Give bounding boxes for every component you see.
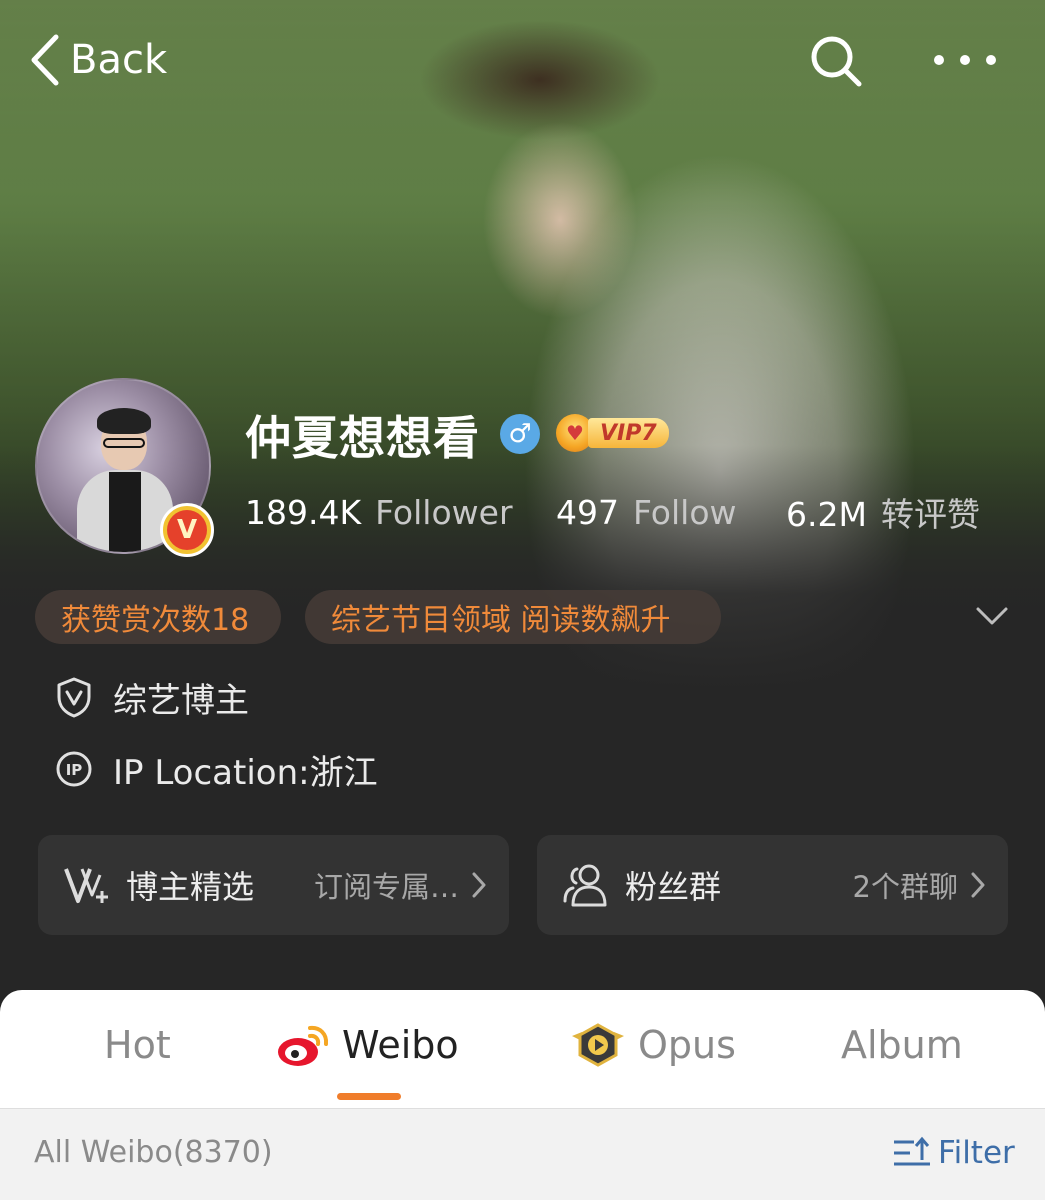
back-button[interactable]: Back (28, 30, 167, 90)
avatar-person-hair (97, 408, 151, 434)
follower-label: Follower (375, 492, 513, 532)
follower-count: 189.4K (245, 492, 362, 532)
filter-sort-icon (894, 1136, 930, 1166)
tab-album[interactable]: Album (841, 1020, 963, 1070)
search-button[interactable] (808, 33, 864, 89)
svg-text:IP: IP (66, 761, 83, 779)
active-tab-indicator (337, 1093, 401, 1100)
avatar-person-shirt (109, 472, 141, 552)
search-icon (811, 36, 862, 87)
verified-badge[interactable]: V (160, 503, 214, 557)
all-weibo-count: All Weibo(8370) (34, 1135, 273, 1170)
curated-subtitle: 订阅专属… (313, 870, 459, 904)
chevron-right-icon (472, 872, 486, 898)
tab-hot-label: Hot (104, 1023, 171, 1067)
fan-group-title: 粉丝群 (625, 868, 722, 906)
tab-opus[interactable]: Opus (570, 1020, 736, 1070)
tab-opus-label: Opus (638, 1023, 736, 1067)
more-dot-icon (960, 55, 970, 65)
content-tabs: Hot Weibo Opus Album (0, 990, 1045, 1108)
filter-label: Filter (938, 1135, 1015, 1171)
more-button[interactable] (930, 40, 1000, 80)
more-dot-icon (934, 55, 944, 65)
vip-badge[interactable]: ♥ VIP7 (556, 412, 669, 454)
tab-hot[interactable]: Hot (104, 1020, 171, 1070)
follow-label: Follow (633, 492, 737, 532)
group-users-icon (563, 864, 607, 907)
weibo-logo-icon (278, 1025, 329, 1066)
tab-weibo-label: Weibo (342, 1023, 459, 1067)
tab-weibo[interactable]: Weibo (276, 1020, 459, 1070)
chevron-down-icon[interactable] (975, 604, 1009, 628)
curated-content-card[interactable]: 博主精选 订阅专属… (38, 835, 509, 935)
verified-v-icon: V (167, 510, 207, 550)
username: 仲夏想想看 (245, 411, 480, 465)
interactions-stat[interactable]: 6.2M 转评赞 (786, 488, 980, 536)
ip-location-icon: IP (56, 751, 92, 787)
opus-play-badge-icon (572, 1023, 624, 1067)
ip-location-row: IP IP Location:浙江 (55, 744, 378, 794)
feed-filter-bar: All Weibo(8370) Filter (0, 1108, 1045, 1200)
avatar-person-glasses (103, 438, 145, 448)
more-dot-icon (986, 55, 996, 65)
chevron-right-icon (971, 872, 985, 898)
interactions-label: 转评赞 (880, 495, 980, 534)
filter-button[interactable]: Filter (892, 1133, 1015, 1173)
interactions-count: 6.2M (786, 495, 867, 534)
category-row: 综艺博主 (55, 672, 249, 722)
achievement-chips: 获赞赏次数18 综艺节目领域 阅读数飙升 (35, 590, 1025, 644)
ip-location-text: IP Location:浙江 (113, 752, 378, 793)
v-plus-icon (64, 868, 108, 903)
vip-level-label: VIP7 (588, 418, 669, 448)
curated-title: 博主精选 (126, 868, 255, 906)
tab-album-label: Album (841, 1023, 963, 1067)
follower-stat[interactable]: 189.4K Follower (245, 493, 513, 532)
category-text: 综艺博主 (113, 680, 249, 721)
follow-count: 497 (556, 492, 619, 532)
back-label: Back (70, 37, 168, 83)
male-gender-icon: ♂ (500, 414, 540, 454)
follow-stat[interactable]: 497 Follow (556, 493, 737, 532)
reading-surge-chip[interactable]: 综艺节目领域 阅读数飙升 (305, 590, 721, 644)
fan-group-card[interactable]: 粉丝群 2个群聊 (537, 835, 1008, 935)
fan-group-subtitle: 2个群聊 (852, 870, 958, 904)
chevron-left-icon (31, 34, 59, 86)
shield-v-icon (57, 677, 91, 718)
reward-count-chip[interactable]: 获赞赏次数18 (35, 590, 281, 644)
